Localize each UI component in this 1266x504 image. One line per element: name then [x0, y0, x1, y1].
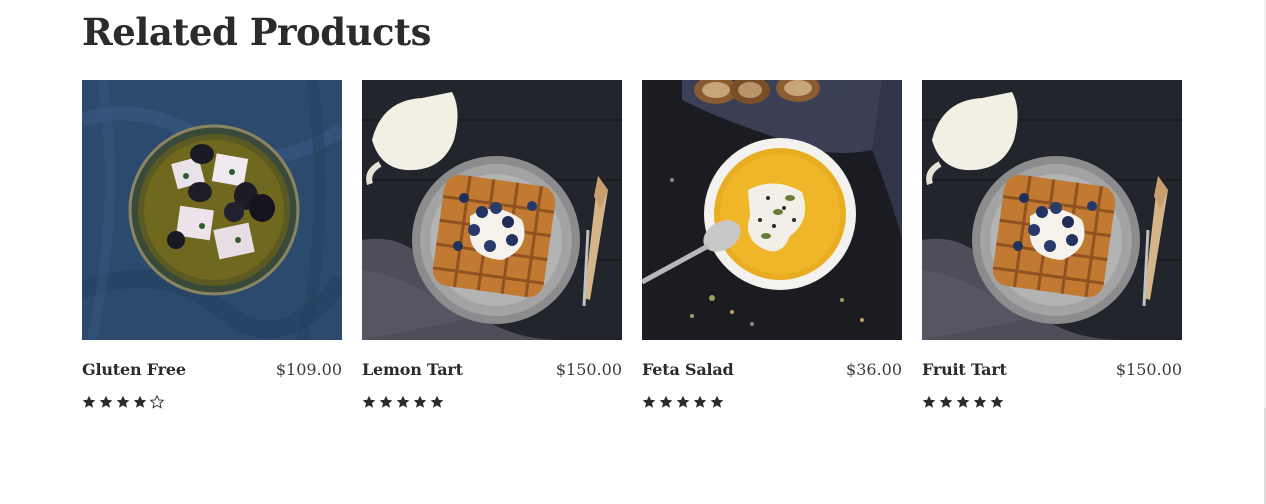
- star-filled-icon: [99, 395, 113, 408]
- product-price: $150.00: [1115, 360, 1182, 379]
- star-filled-icon: [973, 395, 987, 408]
- waffle-plate-image: [922, 80, 1182, 340]
- product-price: $109.00: [275, 360, 342, 379]
- star-filled-icon: [430, 395, 444, 408]
- product-price: $150.00: [555, 360, 622, 379]
- star-filled-icon: [956, 395, 970, 408]
- product-card[interactable]: Fruit Tart $150.00: [922, 80, 1182, 410]
- star-rating: [362, 394, 622, 410]
- star-rating: [642, 394, 902, 410]
- product-grid: Gluten Free $109.00 Lemon Tart $150.00 F…: [82, 80, 1182, 410]
- feta-olives-image: [82, 80, 342, 340]
- product-card[interactable]: Feta Salad $36.00: [642, 80, 902, 410]
- section-title: Related Products: [82, 10, 431, 54]
- product-name[interactable]: Feta Salad: [642, 360, 734, 379]
- star-rating: [922, 394, 1182, 410]
- star-filled-icon: [413, 395, 427, 408]
- star-filled-icon: [82, 395, 96, 408]
- star-empty-icon: [150, 395, 164, 409]
- star-filled-icon: [362, 395, 376, 408]
- star-filled-icon: [116, 395, 130, 408]
- star-filled-icon: [693, 395, 707, 408]
- star-rating: [82, 394, 342, 410]
- star-filled-icon: [659, 395, 673, 408]
- product-card[interactable]: Gluten Free $109.00: [82, 80, 342, 410]
- product-image-feta-olives[interactable]: [82, 80, 342, 340]
- product-card[interactable]: Lemon Tart $150.00: [362, 80, 622, 410]
- star-filled-icon: [396, 395, 410, 408]
- star-filled-icon: [133, 395, 147, 408]
- star-filled-icon: [990, 395, 1004, 408]
- star-filled-icon: [379, 395, 393, 408]
- product-image-waffle[interactable]: [362, 80, 622, 340]
- star-filled-icon: [922, 395, 936, 408]
- product-image-waffle[interactable]: [922, 80, 1182, 340]
- product-name[interactable]: Gluten Free: [82, 360, 186, 379]
- product-image-soup[interactable]: [642, 80, 902, 340]
- product-name[interactable]: Lemon Tart: [362, 360, 463, 379]
- star-filled-icon: [939, 395, 953, 408]
- waffle-plate-image: [362, 80, 622, 340]
- product-price: $36.00: [846, 360, 902, 379]
- pumpkin-soup-image: [642, 80, 902, 340]
- star-filled-icon: [642, 395, 656, 408]
- product-name[interactable]: Fruit Tart: [922, 360, 1007, 379]
- star-filled-icon: [710, 395, 724, 408]
- star-filled-icon: [676, 395, 690, 408]
